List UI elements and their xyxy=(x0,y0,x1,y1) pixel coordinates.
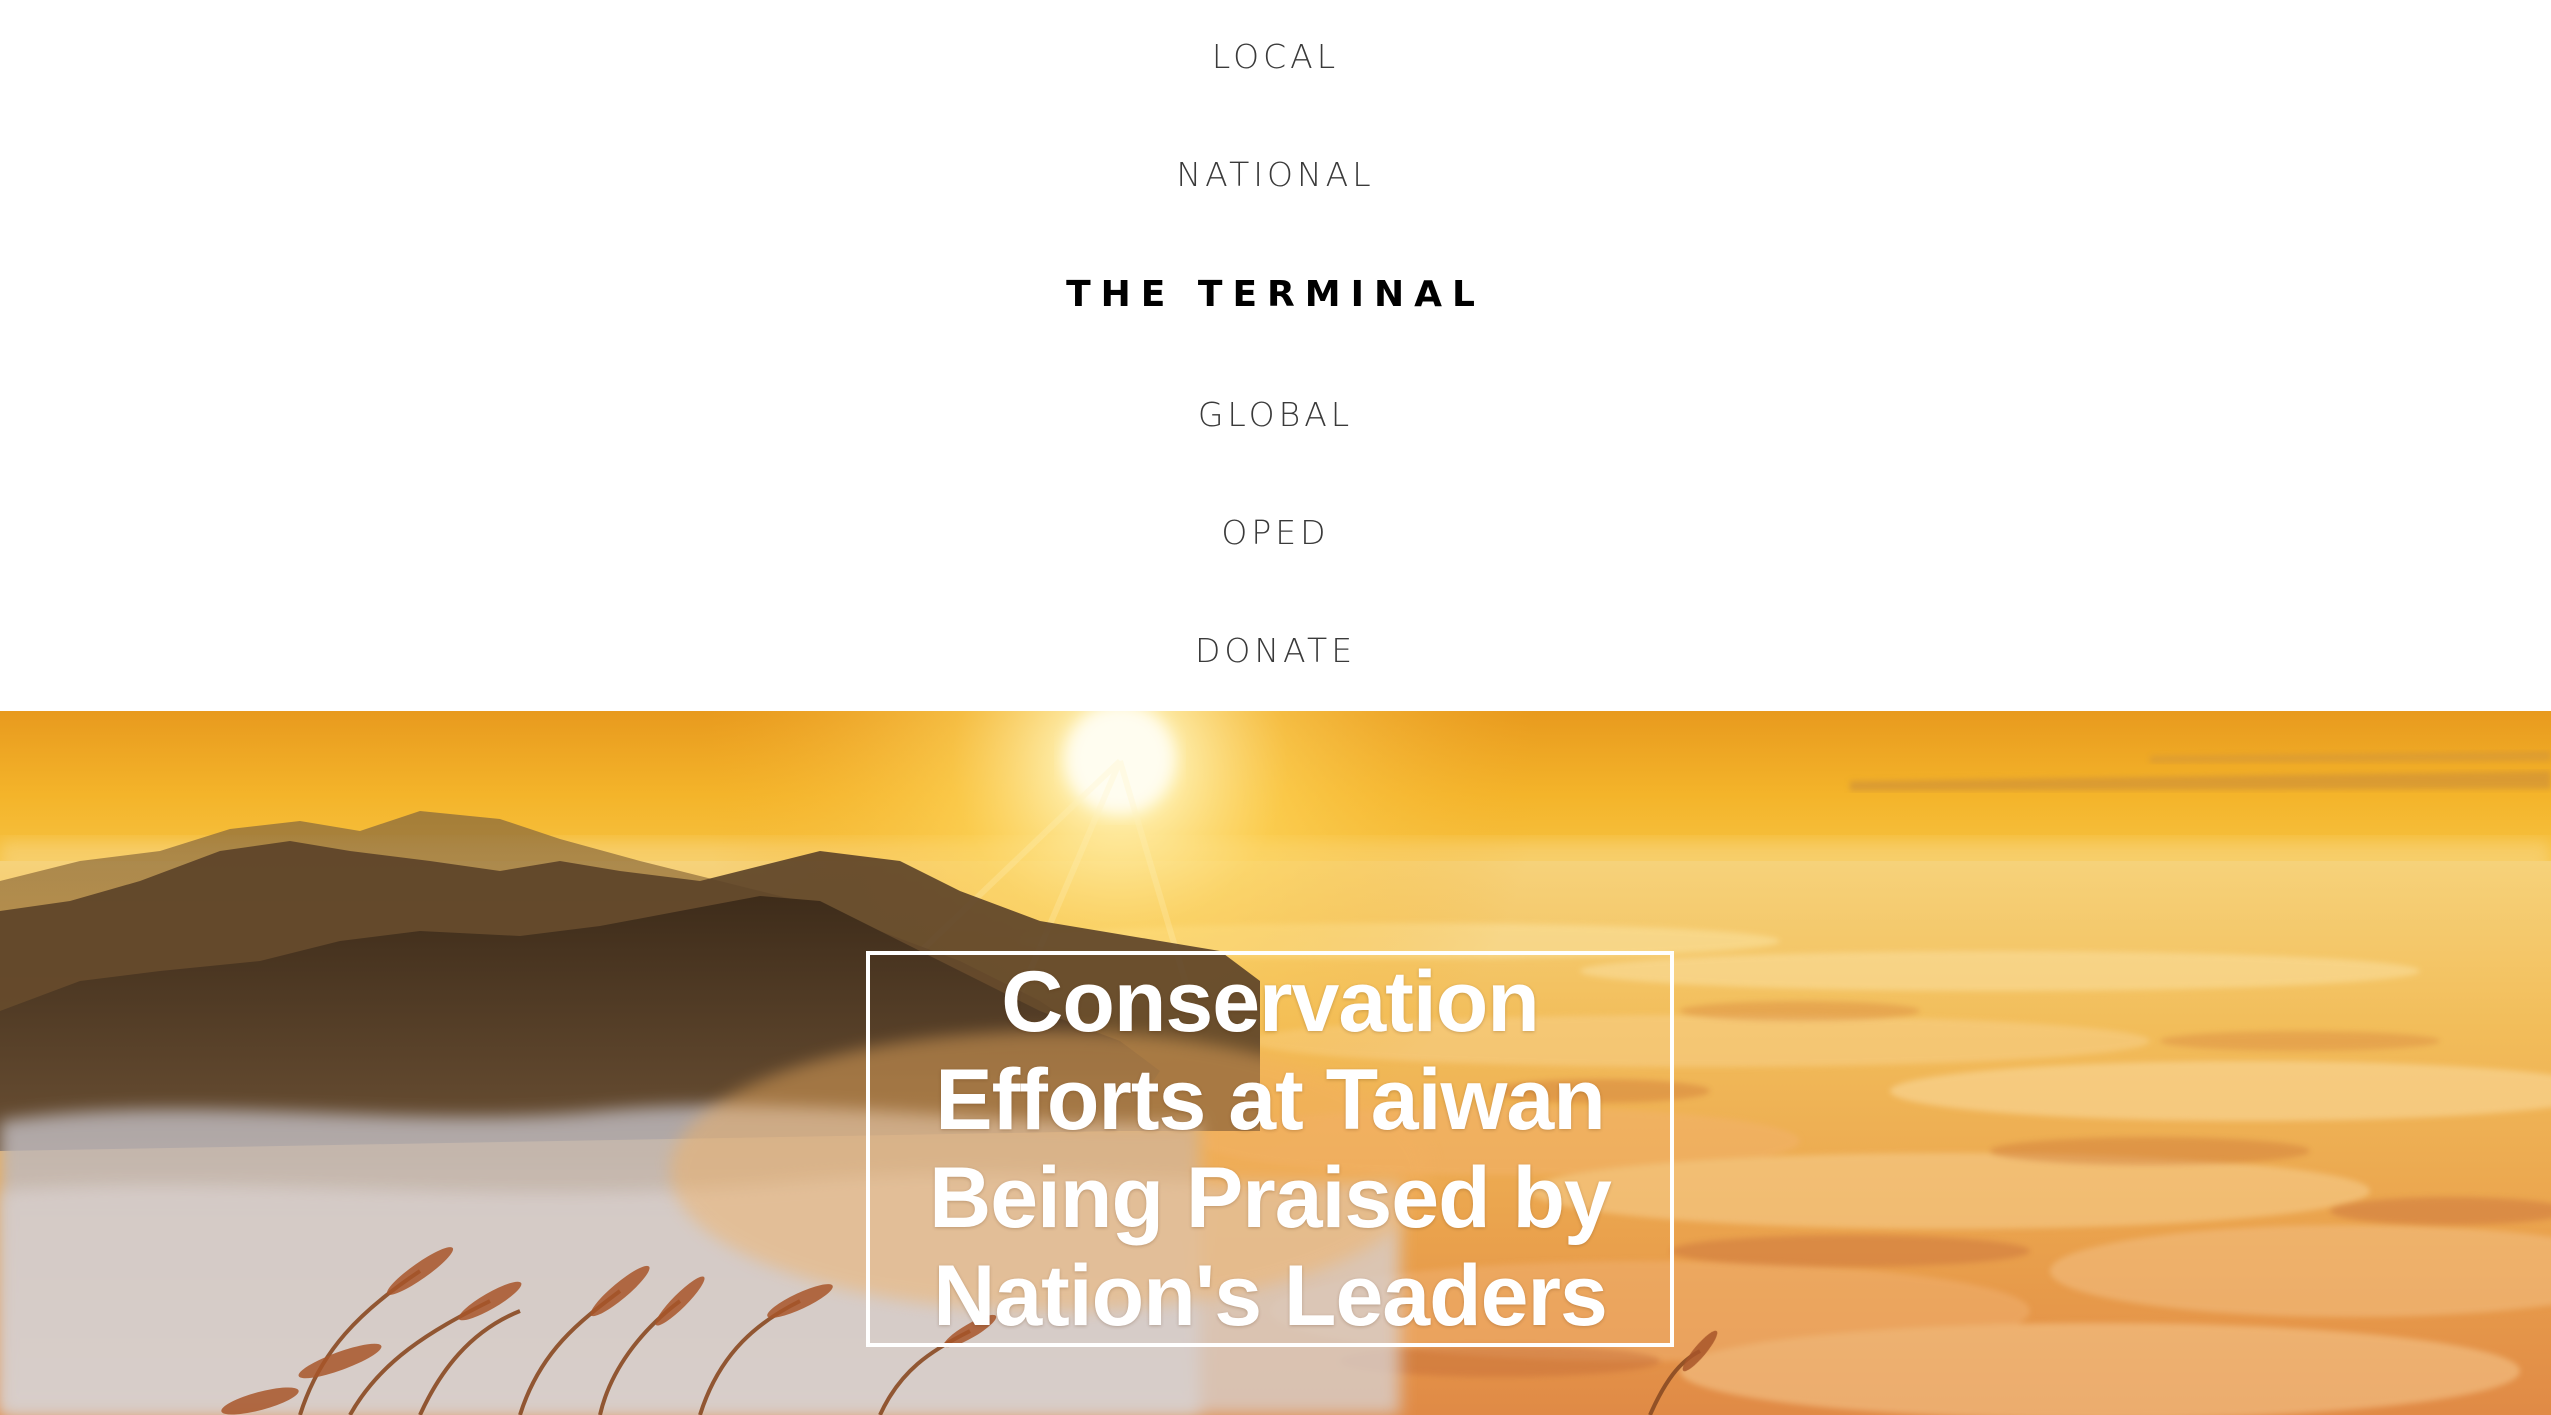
nav-item-label: LOCAL xyxy=(1211,37,1340,76)
nav-item-national[interactable]: NATIONAL xyxy=(0,145,2551,205)
nav-item-label: OPED xyxy=(1221,513,1330,552)
nav-item-label: GLOBAL xyxy=(1197,395,1354,434)
nav-item-local[interactable]: LOCAL xyxy=(0,27,2551,87)
headline-box[interactable]: Conservation Efforts at Taiwan Being Pra… xyxy=(866,951,1674,1347)
article-headline[interactable]: Conservation Efforts at Taiwan Being Pra… xyxy=(870,953,1670,1345)
nav-item-donate[interactable]: DONATE xyxy=(0,621,2551,681)
section-nav: LOCAL NATIONAL THE TERMINAL GLOBAL OPED … xyxy=(0,0,2551,711)
nav-item-oped[interactable]: OPED xyxy=(0,503,2551,563)
nav-item-label: DONATE xyxy=(1194,631,1357,670)
nav-item-global[interactable]: GLOBAL xyxy=(0,385,2551,445)
nav-item-label: THE TERMINAL xyxy=(1066,274,1485,315)
nav-item-label: NATIONAL xyxy=(1176,155,1375,194)
page: LOCAL NATIONAL THE TERMINAL GLOBAL OPED … xyxy=(0,0,2551,1415)
nav-item-the-terminal[interactable]: THE TERMINAL xyxy=(0,265,2551,325)
hero-banner: Conservation Efforts at Taiwan Being Pra… xyxy=(0,711,2551,1415)
